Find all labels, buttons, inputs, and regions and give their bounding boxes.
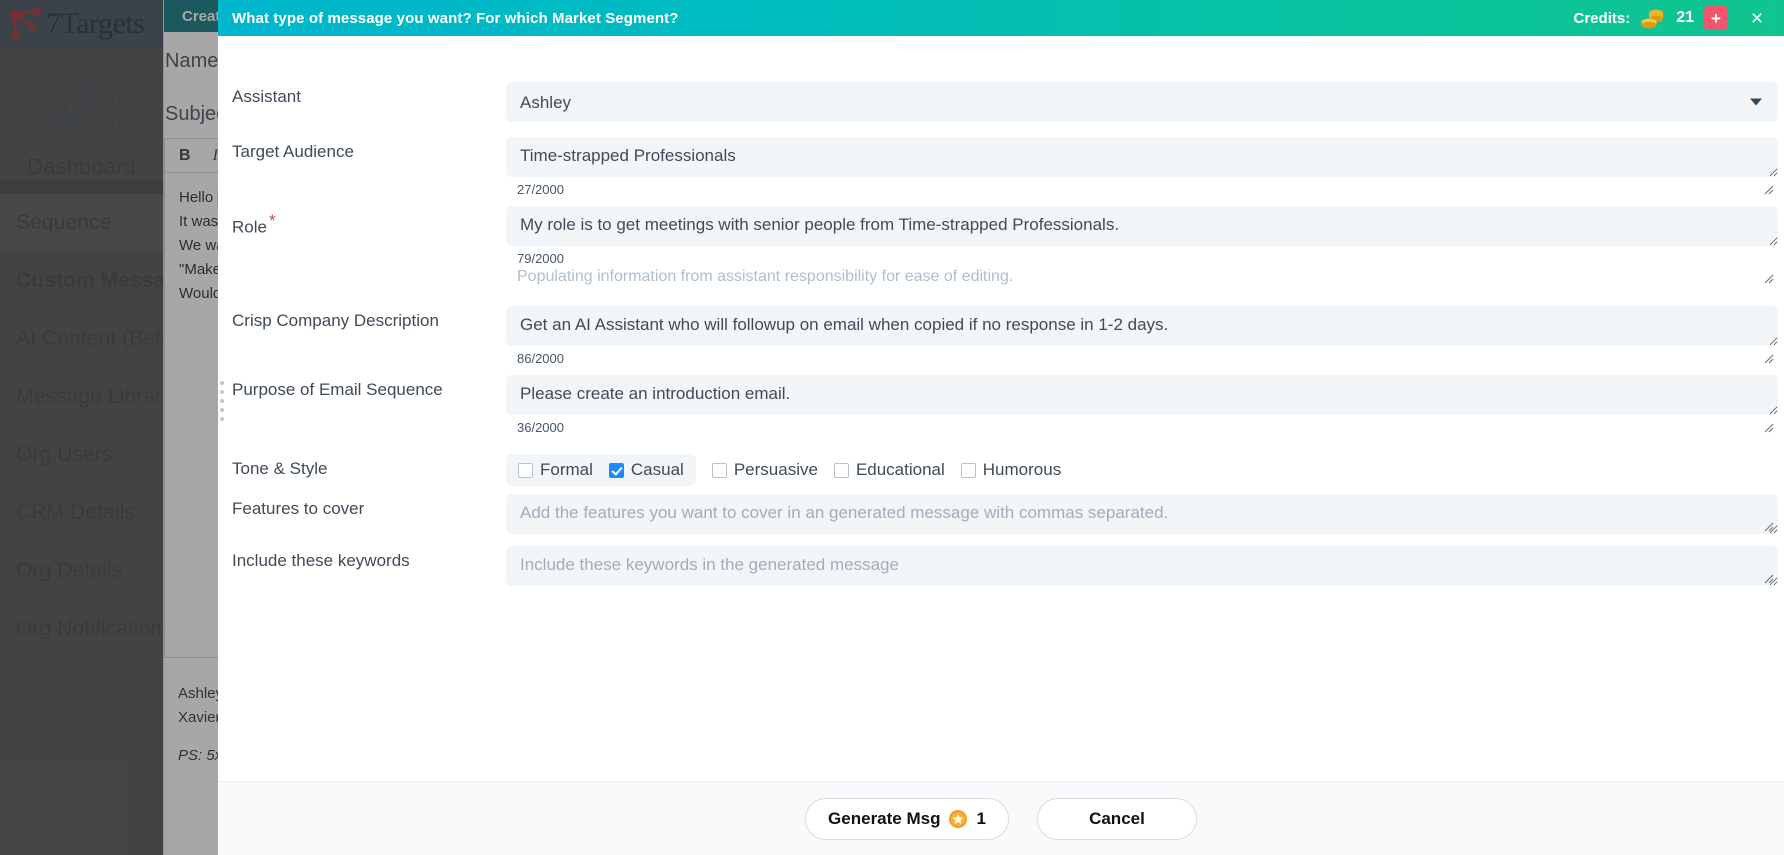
coin-stack-icon — [1640, 7, 1666, 29]
generate-button-label: Generate Msg — [828, 809, 940, 829]
tone-style-label: Tone & Style — [232, 454, 506, 486]
keywords-label: Include these keywords — [232, 546, 506, 586]
keywords-input[interactable] — [506, 546, 1778, 586]
tone-option-label: Formal — [540, 460, 593, 480]
checkbox-educational[interactable] — [834, 463, 849, 478]
credits-label: Credits: — [1574, 10, 1631, 27]
tone-option-humorous[interactable]: Humorous — [961, 460, 1061, 480]
tone-option-casual[interactable]: Casual — [609, 460, 684, 480]
checkbox-persuasive[interactable] — [712, 463, 727, 478]
crisp-company-description-label: Crisp Company Description — [232, 306, 506, 366]
field-row-assistant: Assistant Ashley — [232, 82, 1778, 122]
field-row-crisp-company-description: Crisp Company Description 86/2000 — [232, 306, 1778, 366]
required-asterisk: * — [269, 211, 276, 230]
role-hint: Populating information from assistant re… — [506, 268, 1778, 286]
credits-count: 21 — [1676, 9, 1694, 27]
purpose-label: Purpose of Email Sequence — [232, 375, 506, 435]
cancel-button[interactable]: Cancel — [1037, 798, 1197, 840]
purpose-counter: 36/2000 — [506, 420, 1778, 435]
checkbox-formal[interactable] — [518, 463, 533, 478]
tone-style-secondary-group: Persuasive Educational Humorous — [696, 460, 1061, 480]
tone-style-primary-box: Formal Casual — [506, 454, 696, 486]
features-input[interactable] — [506, 494, 1778, 534]
field-row-role: Role* 79/2000 Populating information fro… — [232, 206, 1778, 286]
field-row-keywords: Include these keywords — [232, 546, 1778, 586]
tone-style-group: Formal Casual Persuasive — [506, 454, 1061, 486]
tone-option-label: Persuasive — [734, 460, 818, 480]
assistant-label: Assistant — [232, 82, 506, 122]
crisp-company-description-counter: 86/2000 — [506, 351, 1778, 366]
generate-message-button[interactable]: Generate Msg 1 — [805, 798, 1009, 840]
features-label: Features to cover — [232, 494, 506, 534]
field-row-tone-style: Tone & Style Formal Casual — [232, 454, 1778, 486]
modal-body: Assistant Ashley Target Audience 27/2000 — [218, 36, 1784, 781]
modal-footer: Generate Msg 1 Cancel — [218, 781, 1784, 855]
checkbox-humorous[interactable] — [961, 463, 976, 478]
tone-option-label: Casual — [631, 460, 684, 480]
role-input[interactable] — [506, 206, 1778, 246]
generate-cost: 1 — [976, 809, 985, 829]
add-credits-button[interactable]: + — [1704, 6, 1728, 30]
role-counter: 79/2000 — [506, 251, 1778, 266]
field-row-features: Features to cover — [232, 494, 1778, 534]
field-row-purpose: Purpose of Email Sequence 36/2000 — [232, 375, 1778, 435]
tone-option-formal[interactable]: Formal — [518, 460, 593, 480]
modal-header: What type of message you want? For which… — [218, 0, 1784, 36]
close-icon[interactable]: × — [1744, 5, 1770, 31]
target-audience-label: Target Audience — [232, 137, 506, 197]
drag-handle[interactable] — [220, 381, 228, 421]
crisp-company-description-input[interactable] — [506, 306, 1778, 346]
target-audience-input[interactable] — [506, 137, 1778, 177]
tone-option-label: Educational — [856, 460, 945, 480]
purpose-input[interactable] — [506, 375, 1778, 415]
assistant-select[interactable]: Ashley — [506, 82, 1778, 122]
role-label: Role* — [232, 206, 506, 286]
tone-option-educational[interactable]: Educational — [834, 460, 945, 480]
checkbox-casual[interactable] — [609, 463, 624, 478]
modal-header-actions: Credits: 21 + × — [1574, 5, 1770, 31]
tone-option-label: Humorous — [983, 460, 1061, 480]
star-coin-icon — [948, 809, 968, 829]
modal-title: What type of message you want? For which… — [232, 10, 679, 27]
role-label-text: Role — [232, 218, 267, 237]
field-row-target-audience: Target Audience 27/2000 — [232, 137, 1778, 197]
tone-option-persuasive[interactable]: Persuasive — [712, 460, 818, 480]
target-audience-counter: 27/2000 — [506, 182, 1778, 197]
generate-message-modal: What type of message you want? For which… — [218, 0, 1784, 855]
